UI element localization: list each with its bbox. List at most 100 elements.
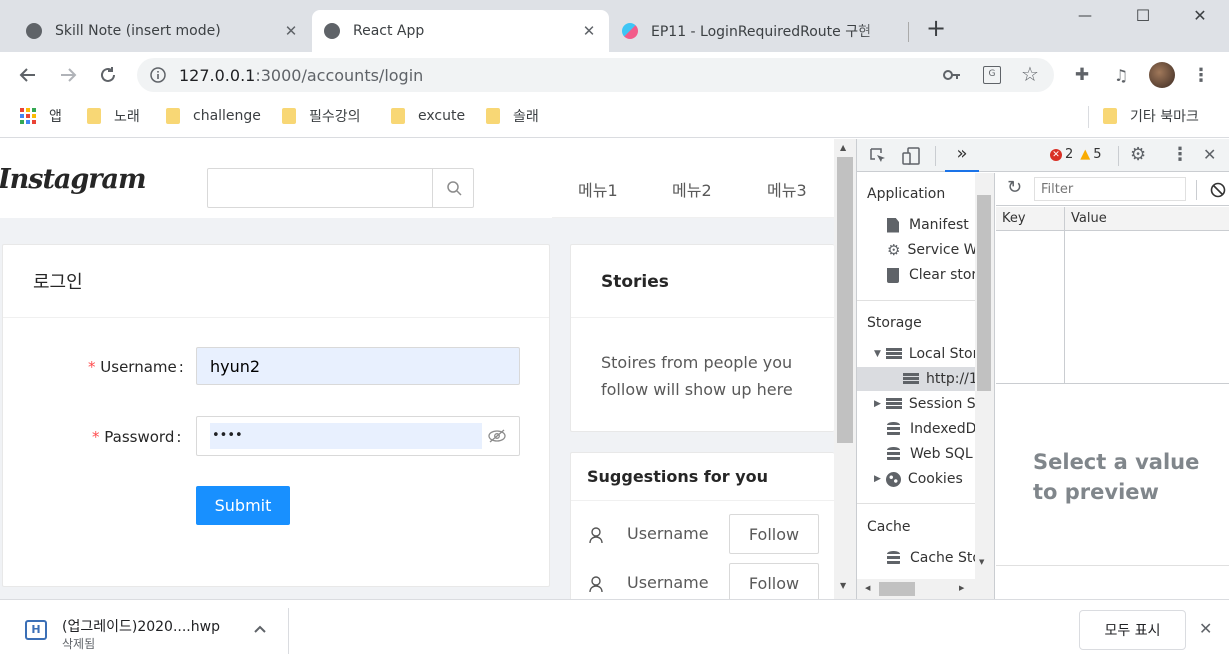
sidebar-label: Session S bbox=[908, 396, 976, 412]
sidebar-hscrollbar[interactable]: ◀ ▶ bbox=[857, 579, 975, 599]
scroll-up-arrow-icon[interactable]: ▲ bbox=[840, 143, 846, 152]
inspect-element-icon[interactable] bbox=[869, 147, 887, 165]
label-colon: : bbox=[178, 358, 184, 376]
database-icon bbox=[887, 446, 900, 462]
more-tabs-button[interactable]: » bbox=[945, 139, 979, 172]
translate-icon[interactable]: G bbox=[983, 66, 1001, 84]
tab-skill-note[interactable]: Skill Note (insert mode) ✕ bbox=[14, 10, 311, 52]
bookmark-folder[interactable]: 노래 bbox=[87, 106, 140, 126]
key-icon[interactable] bbox=[943, 67, 961, 83]
bookmark-apps[interactable]: 앱 bbox=[20, 106, 62, 126]
show-all-button[interactable]: 모두 표시 bbox=[1079, 610, 1186, 650]
page-scrollbar[interactable]: ▲ ▼ bbox=[834, 139, 856, 599]
kebab-menu-icon: ⋮ bbox=[1192, 64, 1210, 86]
warning-count: 5 bbox=[1093, 147, 1102, 162]
download-status: 삭제됨 bbox=[62, 637, 96, 651]
tab-react-app[interactable]: React App ✕ bbox=[312, 10, 609, 52]
url-path: :3000/accounts/login bbox=[255, 66, 424, 85]
bookmark-star-icon[interactable]: ☆ bbox=[1021, 62, 1039, 86]
scroll-left-arrow-icon[interactable]: ◀ bbox=[865, 584, 870, 592]
scrollbar-thumb[interactable] bbox=[879, 582, 915, 596]
minimize-button[interactable]: — bbox=[1073, 8, 1097, 24]
bookmark-folder[interactable]: 필수강의 bbox=[282, 106, 361, 126]
scrollbar-thumb[interactable] bbox=[977, 195, 991, 391]
database-icon bbox=[887, 421, 900, 437]
url-text[interactable]: 127.0.0.1:3000/accounts/login bbox=[179, 66, 423, 85]
filter-input[interactable] bbox=[1034, 177, 1186, 201]
download-bar-close-icon[interactable]: ✕ bbox=[1199, 619, 1212, 638]
sidebar-item-local-origin[interactable]: http://1 bbox=[903, 369, 978, 389]
bookmark-label: 필수강의 bbox=[309, 109, 361, 125]
sidebar-divider bbox=[857, 300, 977, 301]
required-mark: * bbox=[88, 358, 96, 376]
sidebar-item-indexeddb[interactable]: IndexedD bbox=[887, 419, 976, 439]
issues-counter[interactable]: ✕ 2 ▲ 5 bbox=[1050, 147, 1102, 162]
search-input[interactable] bbox=[208, 169, 432, 207]
search-button[interactable] bbox=[432, 169, 474, 207]
sidebar-item-service-workers[interactable]: ⚙ Service W bbox=[887, 240, 978, 260]
sidebar-item-local-storage[interactable]: ▼ Local Stor bbox=[874, 344, 978, 364]
scroll-down-arrow-icon[interactable]: ▼ bbox=[840, 581, 846, 590]
devtools-close-icon[interactable]: ✕ bbox=[1203, 145, 1216, 164]
new-tab-button[interactable]: + bbox=[924, 16, 948, 40]
bookmark-folder[interactable]: 솔래 bbox=[486, 106, 539, 126]
scroll-down-arrow-icon[interactable]: ▼ bbox=[979, 558, 984, 566]
follow-button[interactable]: Follow bbox=[729, 563, 819, 599]
scrollbar-thumb[interactable] bbox=[837, 157, 853, 443]
menu-item-3[interactable]: 메뉴3 bbox=[767, 177, 807, 201]
info-icon[interactable] bbox=[150, 67, 166, 83]
settings-gear-icon[interactable]: ⚙ bbox=[1130, 144, 1146, 165]
sidebar-item-websql[interactable]: Web SQL bbox=[887, 444, 973, 464]
sidebar-item-manifest[interactable]: Manifest bbox=[887, 215, 969, 235]
scroll-right-arrow-icon[interactable]: ▶ bbox=[959, 584, 964, 592]
device-toggle-icon[interactable] bbox=[901, 146, 921, 166]
close-icon[interactable]: ✕ bbox=[581, 22, 597, 40]
bookmark-folder[interactable]: excute bbox=[391, 106, 465, 126]
instagram-logo[interactable]: Instagram bbox=[0, 164, 147, 195]
chevron-up-icon[interactable] bbox=[253, 624, 267, 634]
sidebar-label: Web SQL bbox=[910, 446, 973, 462]
clear-all-icon[interactable] bbox=[1210, 182, 1226, 198]
required-mark: * bbox=[92, 428, 100, 446]
eye-invisible-icon[interactable] bbox=[488, 428, 506, 444]
menu-item-2[interactable]: 메뉴2 bbox=[672, 177, 712, 201]
download-bar: H (업그레이드)2020....hwp 삭제됨 모두 표시 ✕ bbox=[0, 599, 1229, 660]
window-close-button[interactable]: ✕ bbox=[1188, 6, 1212, 25]
sidebar-item-cache-storage[interactable]: Cache Sto bbox=[887, 548, 981, 568]
login-title: 로그인 bbox=[33, 272, 83, 293]
sidebar-item-cookies[interactable]: ▶ Cookies bbox=[874, 469, 963, 489]
address-bar[interactable]: 127.0.0.1:3000/accounts/login G ☆ bbox=[137, 58, 1054, 92]
profile-avatar[interactable] bbox=[1149, 62, 1175, 88]
media-button[interactable]: ♫ bbox=[1108, 62, 1134, 88]
follow-button[interactable]: Follow bbox=[729, 514, 819, 554]
bookmark-folder[interactable]: challenge bbox=[166, 106, 261, 126]
sidebar-item-clear-storage[interactable]: Clear stor bbox=[887, 265, 977, 285]
maximize-button[interactable]: ☐ bbox=[1131, 6, 1155, 25]
tab-ep11[interactable]: EP11 - LoginRequiredRoute 구현 bbox=[610, 10, 907, 52]
application-sidebar: Application Manifest ⚙ Service W Clear st… bbox=[857, 173, 995, 599]
column-header-key[interactable]: Key bbox=[1002, 211, 1026, 226]
bookmark-label: 앱 bbox=[49, 109, 62, 125]
sidebar-scrollbar[interactable]: ▼ bbox=[975, 173, 994, 599]
column-header-value[interactable]: Value bbox=[1071, 211, 1107, 226]
back-button[interactable] bbox=[15, 62, 41, 88]
menu-item-1[interactable]: 메뉴1 bbox=[578, 177, 618, 201]
submit-button[interactable]: Submit bbox=[196, 486, 290, 525]
user-icon bbox=[589, 576, 603, 592]
forward-button[interactable] bbox=[55, 62, 81, 88]
download-filename[interactable]: (업그레이드)2020....hwp bbox=[62, 616, 220, 636]
username-input[interactable] bbox=[196, 347, 520, 385]
search-icon bbox=[446, 181, 462, 196]
suggestion-username[interactable]: Username bbox=[627, 573, 709, 592]
sidebar-item-session-storage[interactable]: ▶ Session S bbox=[874, 394, 976, 414]
suggestion-username[interactable]: Username bbox=[627, 524, 709, 543]
collapsed-triangle-icon: ▶ bbox=[874, 474, 881, 484]
close-icon[interactable]: ✕ bbox=[283, 22, 299, 40]
devtools-menu-icon[interactable]: ⋮ bbox=[1171, 144, 1189, 165]
reload-button[interactable] bbox=[95, 62, 121, 88]
extensions-button[interactable]: ✚ bbox=[1069, 62, 1095, 88]
password-input[interactable]: •••• bbox=[210, 423, 482, 449]
bookmark-other[interactable]: 기타 북마크 bbox=[1103, 106, 1199, 126]
refresh-icon[interactable]: ↻ bbox=[1007, 177, 1022, 198]
browser-menu-button[interactable]: ⋮ bbox=[1188, 62, 1214, 88]
